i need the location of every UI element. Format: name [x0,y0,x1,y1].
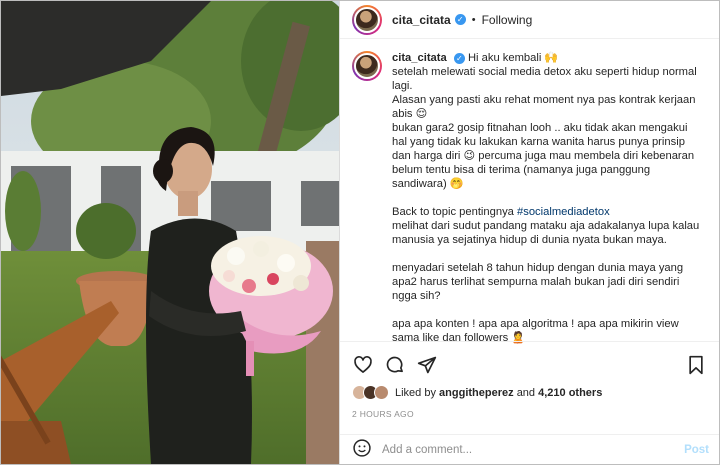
caption-line: bukan gara2 gosip fitnahan looh .. aku t… [392,122,695,190]
post-side-panel: cita_citata ✓ • Following cita_citata ✓ … [339,1,719,464]
avatar-image [354,6,380,33]
caption-avatar[interactable] [352,51,382,81]
caption-line: menyadari setelah 8 tahun hidup dengan d… [392,262,684,302]
caption-line: Alasan yang pasti aku rehat moment nya p… [392,94,696,120]
post-photo[interactable] [1,1,339,464]
instagram-post: cita_citata ✓ • Following cita_citata ✓ … [0,0,720,465]
profile-avatar[interactable] [352,4,382,35]
heart-icon[interactable] [352,354,374,376]
header-username[interactable]: cita_citata [392,13,451,27]
action-bar [340,341,719,376]
likes-summary: Liked by anggitheperez and 4,210 others [352,385,602,400]
likes-count[interactable]: 4,210 others [538,387,602,399]
photo-illustration [1,1,339,464]
header-separator: • [471,13,476,26]
comment-bar: Post [340,434,719,464]
bookmark-icon[interactable] [685,354,707,376]
likes-text: Liked by anggitheperez and 4,210 others [395,387,602,399]
likes-prefix: Liked by [395,386,436,399]
caption-line: Hi aku kembali 🙌 [467,52,559,64]
liker-avatar[interactable] [374,385,389,400]
caption-line: Back to topic pentingnya [392,206,514,218]
share-icon[interactable] [416,354,438,376]
liker-username[interactable]: anggitheperez [439,387,514,399]
caption-username[interactable]: cita_citata [392,52,447,64]
likes-connector: and [516,386,536,399]
follow-button[interactable]: Following [482,13,533,27]
post-timestamp[interactable]: 2 HOURS AGO [352,409,414,419]
comment-input[interactable] [382,443,685,456]
caption-text: cita_citata ✓ Hi aku kembali 🙌 setelah m… [392,51,702,359]
verified-badge-icon: ✓ [453,53,465,64]
post-button[interactable]: Post [684,444,709,456]
post-header: cita_citata ✓ • Following [340,1,719,39]
caption-line: melihat dari sudut pandang mataku aja ad… [392,220,700,246]
comment-icon[interactable] [384,354,406,376]
post-caption: cita_citata ✓ Hi aku kembali 🙌 setelah m… [352,51,711,359]
avatar-image [354,53,380,79]
hashtag-link[interactable]: #socialmediadetox [517,206,610,218]
emoji-icon[interactable] [352,438,372,461]
caption-line: setelah melewati social media detox aku … [392,66,697,92]
verified-badge-icon: ✓ [454,14,466,25]
